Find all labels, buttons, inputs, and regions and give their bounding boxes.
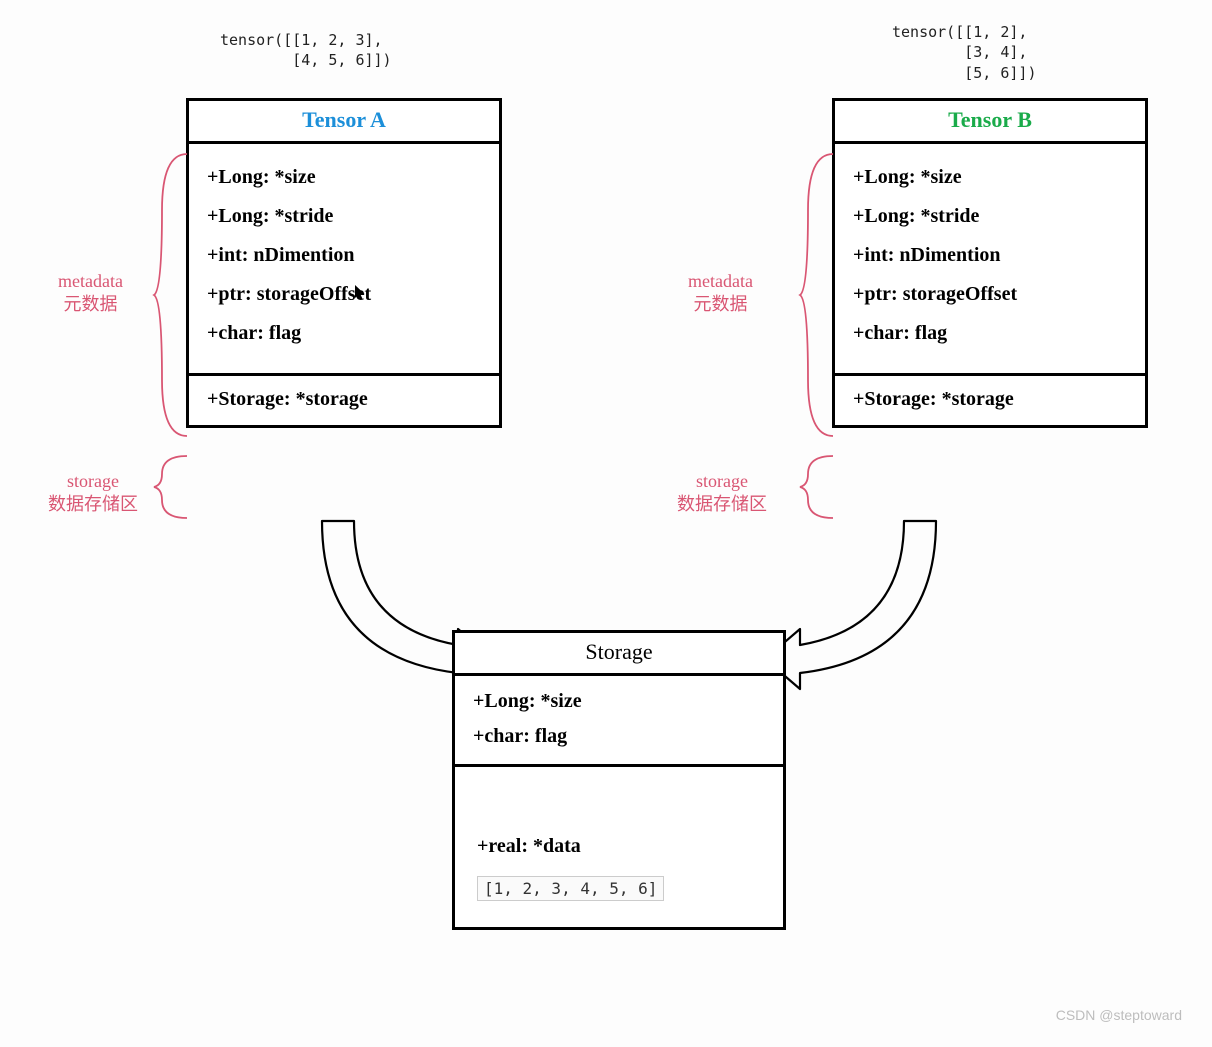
store-en: storage [67,471,119,491]
meta-zh-b: 元数据 [693,294,747,314]
tensor-b-foot: +Storage: *storage [835,376,1145,425]
tensor-a-attr-stride: +Long: *stride [207,205,481,228]
meta-en-b: metadata [688,271,753,291]
tensor-a-attr-size: +Long: *size [207,166,481,189]
storage-attr-data: +real: *data [477,835,761,858]
storage-box: Storage +Long: *size +char: flag +real: … [452,630,786,930]
meta-label-a: metadata 元数据 [58,270,123,317]
tensor-a-foot: +Storage: *storage [189,376,499,425]
storage-attr-flag: +char: flag [473,725,765,748]
tensor-b-attr-stride: +Long: *stride [853,205,1127,228]
brace-store-b-icon [798,452,838,522]
brace-store-a-icon [152,452,192,522]
tensor-b-code: tensor([[1, 2], [3, 4], [5, 6]]) [892,22,1037,83]
cursor-icon [354,284,366,302]
tensor-b-attr-flag: +char: flag [853,322,1127,345]
store-zh-b: 数据存储区 [677,494,767,514]
tensor-b-attr-ndim: +int: nDimention [853,244,1127,267]
store-label-b: storage 数据存储区 [677,470,767,517]
tensor-a-box: Tensor A +Long: *size +Long: *stride +in… [186,98,502,428]
tensor-a-attr-offset: +ptr: storageOffset [207,283,481,306]
meta-en: metadata [58,271,123,291]
storage-data-array: [1, 2, 3, 4, 5, 6] [477,876,664,901]
tensor-b-box: Tensor B +Long: *size +Long: *stride +in… [832,98,1148,428]
tensor-b-body: +Long: *size +Long: *stride +int: nDimen… [835,144,1145,376]
tensor-b-attr-offset: +ptr: storageOffset [853,283,1127,306]
tensor-b-attr-size: +Long: *size [853,166,1127,189]
tensor-a-code: tensor([[1, 2, 3], [4, 5, 6]]) [220,30,392,71]
storage-body: +real: *data [1, 2, 3, 4, 5, 6] [455,767,783,927]
store-label-a: storage 数据存储区 [48,470,138,517]
store-en-b: storage [696,471,748,491]
watermark: CSDN @steptoward [1056,1007,1182,1023]
storage-attr-size: +Long: *size [473,690,765,713]
tensor-b-attr-storage: +Storage: *storage [853,388,1127,411]
tensor-a-attr-flag: +char: flag [207,322,481,345]
tensor-a-title: Tensor A [189,101,499,144]
storage-mid: +Long: *size +char: flag [455,676,783,767]
tensor-a-attr-ndim: +int: nDimention [207,244,481,267]
arrow-b-icon [760,517,960,707]
tensor-a-attr-storage: +Storage: *storage [207,388,481,411]
tensor-b-title: Tensor B [835,101,1145,144]
meta-zh: 元数据 [63,294,117,314]
meta-label-b: metadata 元数据 [688,270,753,317]
brace-meta-a-icon [152,150,192,440]
tensor-a-body: +Long: *size +Long: *stride +int: nDimen… [189,144,499,376]
storage-title: Storage [455,633,783,676]
brace-meta-b-icon [798,150,838,440]
store-zh: 数据存储区 [48,494,138,514]
